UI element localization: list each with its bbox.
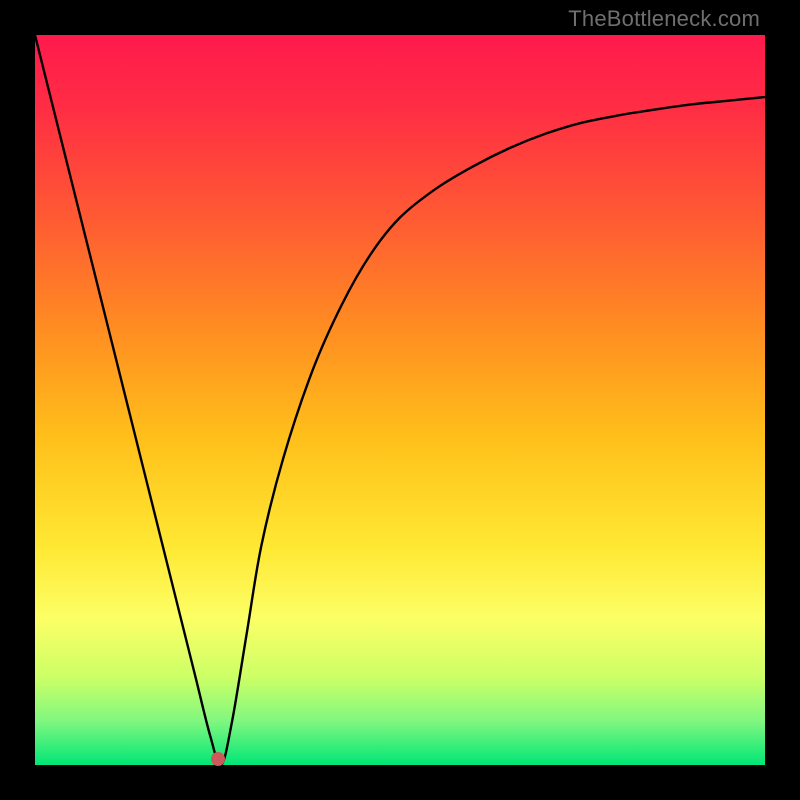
- optimum-marker: [211, 752, 225, 766]
- chart-frame: [35, 35, 765, 765]
- plot-area: [35, 35, 765, 765]
- bottleneck-curve: [35, 35, 765, 765]
- watermark-text: TheBottleneck.com: [568, 6, 760, 32]
